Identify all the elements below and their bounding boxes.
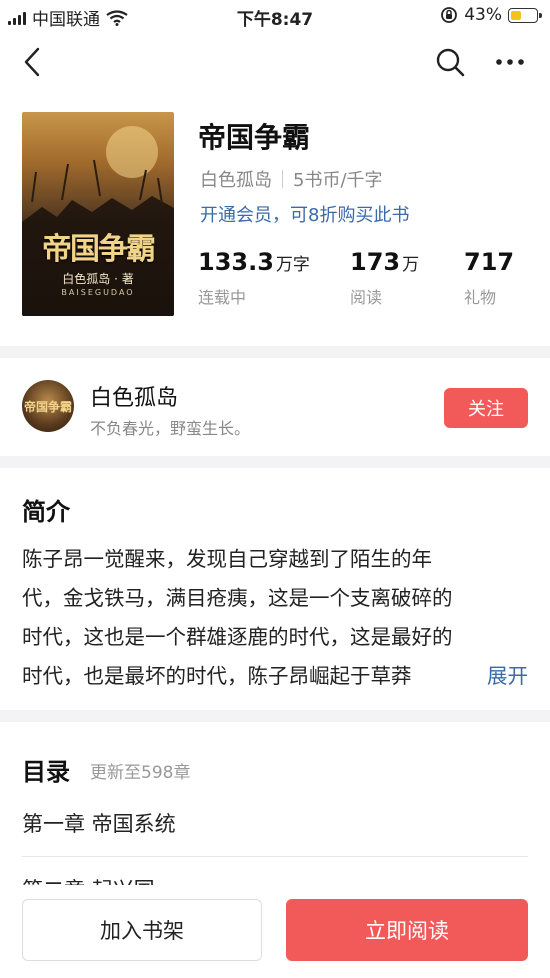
stat-value: 133.3 xyxy=(198,248,274,276)
author-card[interactable]: 帝国争霸 白色孤岛 不负春光，野蛮生长。 关注 xyxy=(0,358,550,456)
update-note: 更新至598章 xyxy=(90,763,191,783)
stat-reads: 173 万 阅读 xyxy=(350,248,419,308)
chapter-divider xyxy=(22,856,528,857)
avatar-text: 帝国争霸 xyxy=(23,399,72,414)
intro-line: 代，金戈铁马，满目疮痍，这是一个支离破碎的 xyxy=(22,586,453,610)
cover-pinyin-text: BAISEGUDAO xyxy=(61,288,135,297)
expand-link[interactable]: 展开 xyxy=(463,657,528,696)
battery-icon xyxy=(508,7,542,23)
more-button[interactable] xyxy=(492,44,528,80)
contents-title: 目录 xyxy=(22,758,70,786)
follow-button[interactable]: 关注 xyxy=(444,388,528,428)
bottom-action-bar: 加入书架 立即阅读 xyxy=(0,885,550,978)
vip-offer-link[interactable]: 开通会员，可8折购买此书 xyxy=(200,201,409,227)
more-dots-icon xyxy=(496,59,524,65)
cover-author-text: 白色孤岛 · 著 xyxy=(62,272,134,286)
section-divider xyxy=(0,710,550,722)
stat-label: 连载中 xyxy=(198,288,247,307)
stat-label: 阅读 xyxy=(350,288,383,307)
stat-value: 173 xyxy=(350,248,401,276)
book-author[interactable]: 白色孤岛 xyxy=(200,166,272,192)
avatar[interactable]: 帝国争霸 xyxy=(22,380,74,432)
battery-percent: 43% xyxy=(464,5,502,25)
author-motto: 不负春光，野蛮生长。 xyxy=(90,419,251,438)
meta-divider xyxy=(282,170,283,188)
intro-text[interactable]: 陈子昂一觉醒来，发现自己穿越到了陌生的年 代，金戈铁马，满目疮痍，这是一个支离破… xyxy=(22,540,528,696)
contents-section[interactable]: 目录 更新至598章 第一章 帝国系统 第二章 起兴国 xyxy=(0,722,550,902)
book-header: 帝国争霸 白色孤岛 · 著 BAISEGUDAO 帝国争霸 白色孤岛 5书币/千… xyxy=(0,100,550,346)
battery-level xyxy=(511,10,521,20)
book-price: 5书币/千字 xyxy=(293,170,383,191)
cover-title-text: 帝国争霸 xyxy=(42,232,156,267)
stat-gifts[interactable]: 717 礼物 xyxy=(464,248,516,308)
search-icon xyxy=(436,48,465,77)
chapter-item[interactable]: 第一章 帝国系统 xyxy=(22,808,528,838)
status-right: 43% xyxy=(440,5,542,25)
search-button[interactable] xyxy=(432,44,468,80)
intro-section: 简介 陈子昂一觉醒来，发现自己穿越到了陌生的年 代，金戈铁马，满目疮痍，这是一个… xyxy=(0,468,550,710)
status-bar: 中国联通 下午8:47 43% xyxy=(0,0,550,30)
book-meta: 白色孤岛 5书币/千字 xyxy=(200,166,383,192)
intro-line: 时代，这也是一个群雄逐鹿的时代，这是最好的 xyxy=(22,625,453,649)
read-now-button[interactable]: 立即阅读 xyxy=(286,899,528,961)
intro-last-line: 时代，也是最坏的时代，陈子昂崛起于草莽 展开 xyxy=(22,657,528,696)
stat-unit: 万字 xyxy=(275,255,310,275)
intro-line: 陈子昂一觉醒来，发现自己穿越到了陌生的年 xyxy=(22,547,432,571)
add-to-shelf-button[interactable]: 加入书架 xyxy=(22,899,262,961)
stat-label: 礼物 xyxy=(464,288,497,307)
section-divider xyxy=(0,456,550,468)
intro-title: 简介 xyxy=(22,498,70,526)
stat-unit: 万 xyxy=(402,255,420,275)
section-divider xyxy=(0,346,550,358)
nav-bar xyxy=(0,30,550,94)
back-button[interactable] xyxy=(14,44,50,80)
stat-value: 717 xyxy=(464,248,515,276)
book-title: 帝国争霸 xyxy=(198,121,311,154)
author-name[interactable]: 白色孤岛 xyxy=(90,380,178,412)
book-cover[interactable]: 帝国争霸 白色孤岛 · 著 BAISEGUDAO xyxy=(22,112,174,316)
stat-word-count: 133.3 万字 连载中 xyxy=(198,248,310,308)
intro-line: 时代，也是最坏的时代，陈子昂崛起于草莽 xyxy=(22,664,412,688)
chevron-left-icon xyxy=(24,47,40,77)
rotation-lock-icon xyxy=(441,7,458,23)
